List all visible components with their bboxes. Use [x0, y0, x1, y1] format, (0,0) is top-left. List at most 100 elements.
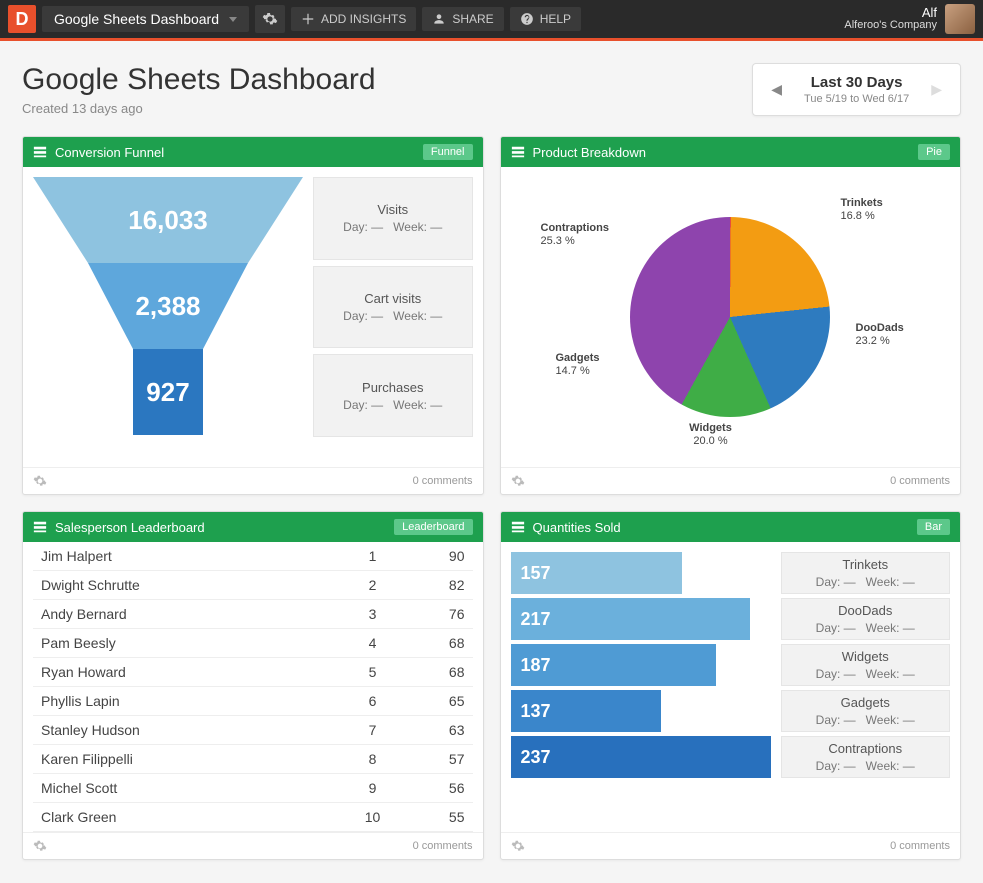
stat-sub: Day: — Week: —	[343, 398, 442, 412]
stat-label: Contraptions	[828, 741, 902, 756]
stat-tile: GadgetsDay: — Week: —	[781, 690, 951, 732]
stat-tile: Trinkets Day: — Week: —	[781, 552, 951, 594]
page-title: Google Sheets Dashboard	[22, 63, 376, 97]
table-row: Jim Halpert190	[33, 542, 473, 571]
stat-tile: Purchases Day: — Week: —	[313, 354, 473, 437]
date-range-picker[interactable]: ◀ Last 30 Days Tue 5/19 to Wed 6/17 ▶	[752, 63, 961, 116]
comments-count[interactable]: 0 comments	[413, 475, 473, 487]
grid-icon	[33, 520, 47, 534]
dashboard-selector[interactable]: Google Sheets Dashboard	[42, 6, 249, 32]
cell-name: Karen Filippelli	[33, 745, 343, 774]
bar-row: 217	[511, 598, 771, 640]
cell-score: 55	[403, 803, 473, 832]
cell-score: 90	[403, 542, 473, 571]
dashboard-name: Google Sheets Dashboard	[54, 11, 219, 27]
user-menu[interactable]: Alf Alferoo's Company	[844, 4, 975, 34]
bar-fill: 237	[511, 736, 771, 778]
funnel-chart: 16,0332,388927	[33, 177, 303, 437]
bar-fill: 157	[511, 552, 683, 594]
help-icon	[520, 12, 534, 26]
user-name: Alf	[844, 6, 937, 19]
range-next-button[interactable]: ▶	[927, 77, 946, 102]
stat-sub: Day: — Week: —	[816, 713, 915, 727]
table-row: Stanley Hudson763	[33, 716, 473, 745]
cell-name: Jim Halpert	[33, 542, 343, 571]
pie-label: Contraptions25.3 %	[541, 222, 609, 248]
card-title: Quantities Sold	[533, 520, 909, 535]
range-label: Last 30 Days	[804, 74, 909, 91]
page-subtitle: Created 13 days ago	[22, 101, 376, 116]
plus-icon	[301, 12, 315, 26]
comments-count[interactable]: 0 comments	[890, 475, 950, 487]
pie-slices	[630, 217, 830, 417]
card-bars: Quantities Sold Bar 157217187137237 Trin…	[500, 511, 962, 860]
stat-label: Visits	[377, 202, 408, 217]
cell-score: 76	[403, 600, 473, 629]
grid-icon	[511, 520, 525, 534]
cell-rank: 4	[343, 629, 403, 658]
gear-icon[interactable]	[511, 839, 525, 853]
stat-sub: Day: — Week: —	[816, 621, 915, 635]
funnel-stage: 927	[33, 349, 303, 435]
comments-count[interactable]: 0 comments	[413, 840, 473, 852]
funnel-stage: 2,388	[33, 263, 303, 349]
card-title: Product Breakdown	[533, 145, 911, 160]
stat-tile: Cart visitsDay: — Week: —	[313, 266, 473, 349]
company-name: Alferoo's Company	[844, 19, 937, 32]
settings-button[interactable]	[255, 5, 285, 33]
card-title: Salesperson Leaderboard	[55, 520, 386, 535]
person-icon	[432, 12, 446, 26]
gear-icon[interactable]	[33, 839, 47, 853]
cell-name: Pam Beesly	[33, 629, 343, 658]
stat-label: DooDads	[838, 603, 892, 618]
comments-count[interactable]: 0 comments	[890, 840, 950, 852]
cell-name: Stanley Hudson	[33, 716, 343, 745]
cell-rank: 2	[343, 571, 403, 600]
topbar: D Google Sheets Dashboard ADD INSIGHTS S…	[0, 0, 983, 41]
stat-sub: Day: — Week: —	[816, 575, 915, 589]
bar-row: 137	[511, 690, 771, 732]
cell-score: 57	[403, 745, 473, 774]
cell-rank: 1	[343, 542, 403, 571]
cell-score: 56	[403, 774, 473, 803]
funnel-value: 2,388	[33, 263, 303, 349]
gear-icon	[262, 11, 278, 27]
cell-name: Andy Bernard	[33, 600, 343, 629]
cell-name: Clark Green	[33, 803, 343, 832]
table-row: Dwight Schrutte282	[33, 571, 473, 600]
stat-label: Purchases	[362, 380, 423, 395]
pie-label: Widgets20.0 %	[689, 422, 732, 448]
cell-name: Dwight Schrutte	[33, 571, 343, 600]
bar-fill: 217	[511, 598, 750, 640]
card-type-badge: Pie	[918, 144, 950, 160]
stat-sub: Day: — Week: —	[343, 309, 442, 323]
chevron-down-icon	[229, 17, 237, 22]
stat-label: Trinkets	[842, 557, 888, 572]
cell-score: 65	[403, 687, 473, 716]
cell-rank: 8	[343, 745, 403, 774]
help-button[interactable]: HELP	[510, 7, 581, 31]
stat-tile: DooDads Day: — Week: —	[781, 598, 951, 640]
grid-icon	[33, 145, 47, 159]
grid-icon	[511, 145, 525, 159]
card-title: Conversion Funnel	[55, 145, 415, 160]
share-button[interactable]: SHARE	[422, 7, 503, 31]
stat-tile: WidgetsDay: — Week: —	[781, 644, 951, 686]
cell-score: 82	[403, 571, 473, 600]
bar-chart: 157217187137237	[511, 552, 771, 778]
range-prev-button[interactable]: ◀	[767, 77, 786, 102]
pie-label: Gadgets14.7 %	[556, 352, 600, 378]
gear-icon[interactable]	[33, 474, 47, 488]
stat-tile: VisitsDay: — Week: —	[313, 177, 473, 260]
cell-rank: 7	[343, 716, 403, 745]
add-insights-button[interactable]: ADD INSIGHTS	[291, 7, 416, 31]
gear-icon[interactable]	[511, 474, 525, 488]
cell-name: Phyllis Lapin	[33, 687, 343, 716]
table-row: Pam Beesly468	[33, 629, 473, 658]
card-type-badge: Bar	[917, 519, 950, 535]
stat-sub: Day: — Week: —	[816, 759, 915, 773]
range-sub: Tue 5/19 to Wed 6/17	[804, 93, 909, 105]
cell-rank: 10	[343, 803, 403, 832]
logo-icon[interactable]: D	[8, 5, 36, 33]
table-row: Clark Green1055	[33, 803, 473, 832]
